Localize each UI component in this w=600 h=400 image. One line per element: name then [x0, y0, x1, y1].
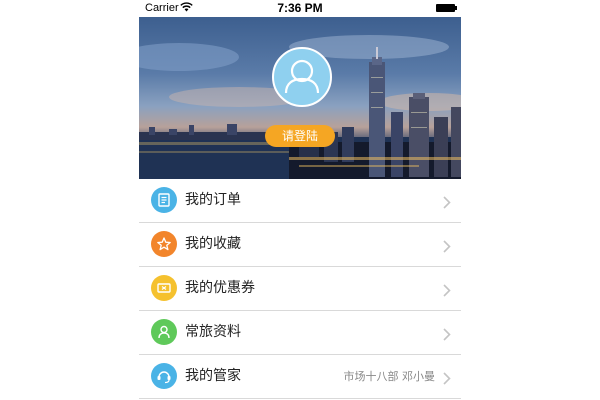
avatar[interactable] [272, 47, 332, 107]
chevron-right-icon [443, 370, 451, 389]
menu-item-label: 我的订单 [185, 192, 241, 208]
menu-item-label: 常旅资料 [185, 324, 241, 340]
traveler-icon [151, 319, 177, 345]
user-icon [284, 59, 320, 94]
clock: 7:36 PM [277, 1, 323, 15]
butler-icon [151, 363, 177, 389]
profile-menu: 我的订单 我的收藏 我的优惠券 常旅资料 我的管家 市场十八部 邓小曼 [139, 179, 461, 399]
battery-icon [436, 4, 457, 12]
menu-item-orders[interactable]: 我的订单 [139, 179, 461, 223]
order-icon [151, 187, 177, 213]
menu-item-butler[interactable]: 我的管家 市场十八部 邓小曼 [139, 355, 461, 399]
menu-item-label: 我的管家 [185, 368, 241, 384]
menu-item-favorites[interactable]: 我的收藏 [139, 223, 461, 267]
status-bar: Carrier 7:36 PM [0, 0, 600, 17]
menu-item-label: 我的优惠券 [185, 280, 255, 296]
coupon-icon [151, 275, 177, 301]
app-screen: 请登陆 我的订单 我的收藏 我的优惠券 常旅资料 我的管家 市场十八部 邓小曼 [139, 17, 461, 400]
chevron-right-icon [443, 238, 451, 257]
menu-item-label: 我的收藏 [185, 236, 241, 252]
star-icon [151, 231, 177, 257]
menu-item-coupons[interactable]: 我的优惠券 [139, 267, 461, 311]
chevron-right-icon [443, 282, 451, 301]
chevron-right-icon [443, 326, 451, 345]
chevron-right-icon [443, 194, 451, 213]
login-button[interactable]: 请登陆 [265, 125, 335, 147]
butler-name: 市场十八部 邓小曼 [343, 370, 436, 383]
menu-item-traveler-info[interactable]: 常旅资料 [139, 311, 461, 355]
profile-header: 请登陆 [139, 17, 461, 179]
